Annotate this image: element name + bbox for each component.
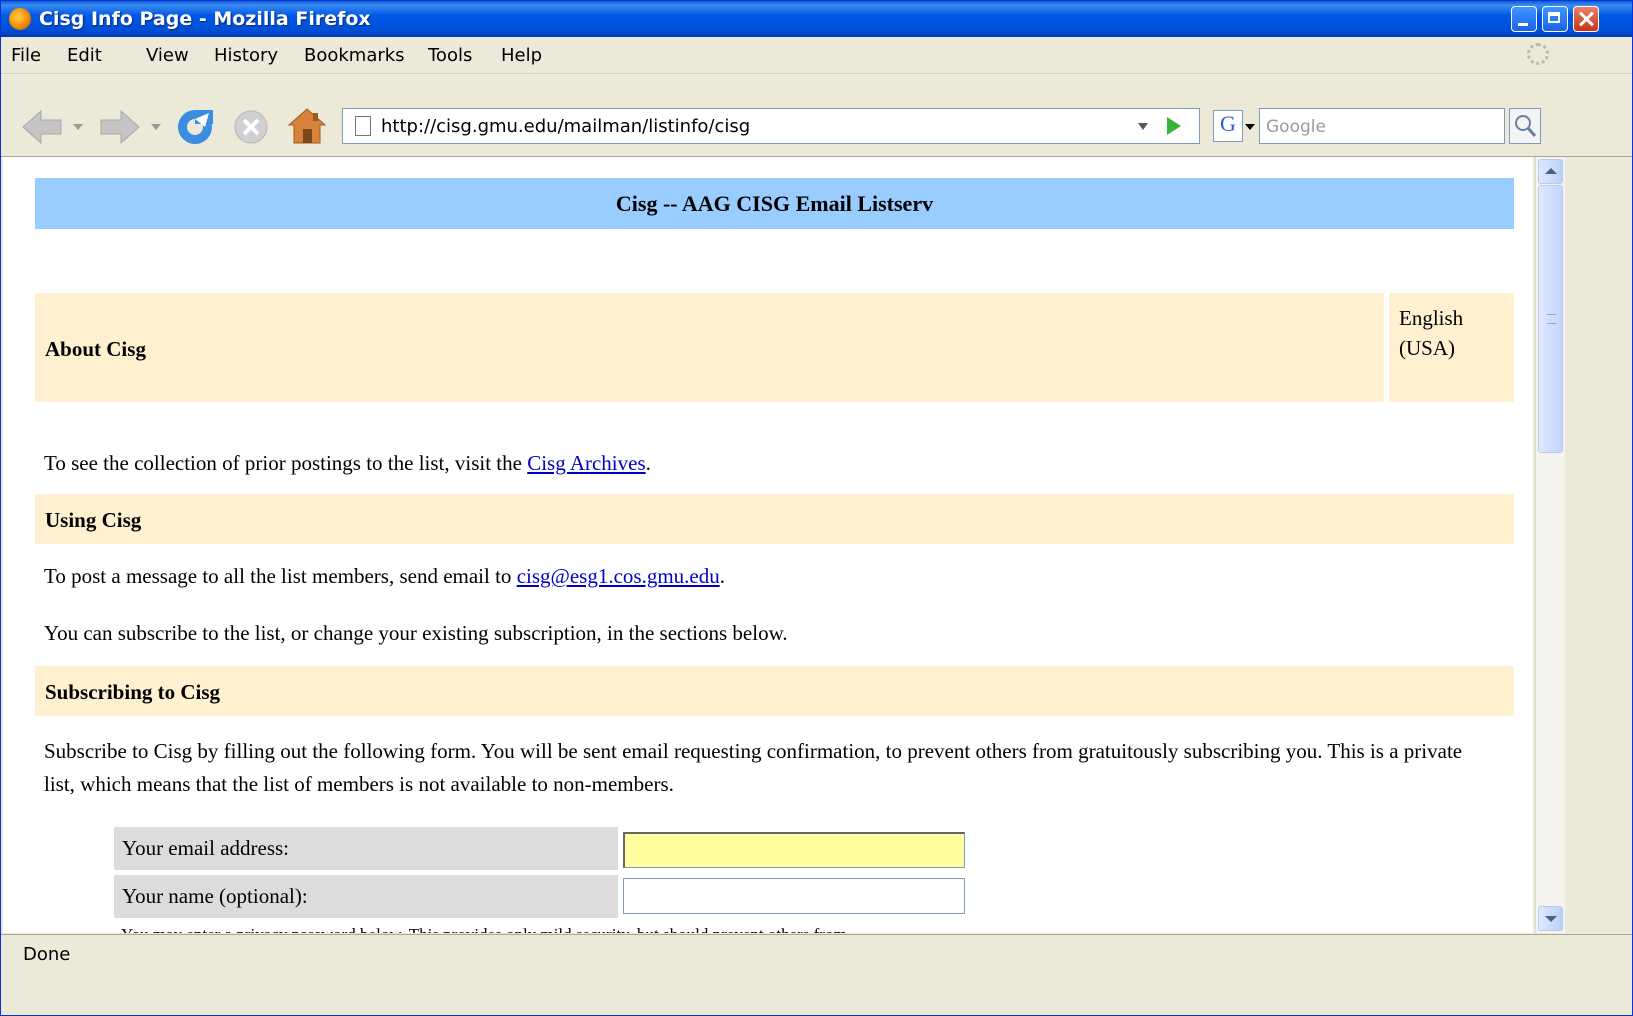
subscribing-heading: Subscribing to Cisg	[45, 680, 221, 704]
search-input[interactable]: Google	[1259, 108, 1505, 144]
menu-file[interactable]: File	[11, 45, 41, 66]
stop-icon[interactable]	[231, 107, 271, 147]
email-label-cell: Your email address:	[114, 827, 618, 870]
url-bar[interactable]: http://cisg.gmu.edu/mailman/listinfo/cis…	[342, 108, 1200, 144]
name-label: Your name (optional):	[122, 884, 308, 908]
menu-view[interactable]: View	[146, 45, 189, 66]
forward-arrow-icon[interactable]	[97, 107, 143, 147]
using-heading: Using Cisg	[45, 508, 142, 532]
archives-suffix: .	[645, 451, 651, 475]
url-text: http://cisg.gmu.edu/mailman/listinfo/cis…	[381, 116, 751, 137]
title-bar[interactable]: Cisg Info Page - Mozilla Firefox	[1, 1, 1632, 37]
window-title: Cisg Info Page - Mozilla Firefox	[39, 8, 371, 30]
scroll-grip-icon	[1547, 314, 1556, 324]
reload-icon[interactable]	[175, 107, 215, 147]
magnifier-icon	[1515, 115, 1537, 137]
password-note: You may enter a privacy password below. …	[121, 925, 847, 933]
name-label-cell: Your name (optional):	[114, 875, 618, 918]
language-selector[interactable]: English (USA)	[1389, 293, 1514, 402]
about-section-header: About Cisg	[35, 293, 1384, 402]
maximize-button[interactable]	[1542, 6, 1568, 32]
using-section-header: Using Cisg	[35, 494, 1514, 544]
archives-text: To see the collection of prior postings …	[44, 451, 522, 475]
google-g-icon: G	[1220, 111, 1236, 136]
search-button[interactable]	[1509, 108, 1541, 144]
back-history-dropdown-icon[interactable]	[71, 119, 85, 133]
archives-link[interactable]: Cisg Archives	[527, 451, 645, 475]
close-button[interactable]	[1573, 6, 1599, 32]
activity-throbber-icon	[1527, 43, 1549, 65]
menu-help[interactable]: Help	[501, 45, 542, 66]
post-text: To post a message to all the list member…	[44, 564, 512, 588]
scroll-up-button[interactable]	[1538, 159, 1563, 184]
subscribe-intro: You can subscribe to the list, or change…	[44, 621, 788, 645]
minimize-button[interactable]	[1511, 6, 1537, 32]
list-email-link[interactable]: cisg@esg1.cos.gmu.edu	[517, 564, 720, 588]
scroll-thumb[interactable]	[1538, 185, 1563, 453]
status-bar: Done	[1, 934, 1632, 975]
email-field[interactable]	[623, 832, 965, 868]
status-text: Done	[23, 944, 71, 965]
home-icon[interactable]	[285, 105, 329, 147]
menu-tools[interactable]: Tools	[428, 45, 472, 66]
vertical-scrollbar[interactable]	[1535, 157, 1565, 933]
search-placeholder: Google	[1266, 117, 1326, 137]
menu-bookmarks[interactable]: Bookmarks	[304, 45, 405, 66]
email-label: Your email address:	[122, 836, 290, 860]
scroll-down-button[interactable]	[1538, 906, 1563, 931]
menu-history[interactable]: History	[214, 45, 278, 66]
about-heading: About Cisg	[45, 337, 146, 361]
browser-window: Cisg Info Page - Mozilla Firefox File Ed…	[0, 0, 1633, 1016]
language-label: English (USA)	[1399, 306, 1464, 360]
menu-edit[interactable]: Edit	[67, 45, 102, 66]
forward-history-dropdown-icon[interactable]	[149, 119, 163, 133]
name-field[interactable]	[623, 878, 965, 914]
subscribe-description: Subscribe to Cisg by filling out the fol…	[44, 739, 1463, 796]
post-suffix: .	[719, 564, 725, 588]
page-content: Cisg -- AAG CISG Email Listserv About Ci…	[3, 157, 1533, 933]
go-arrow-icon[interactable]	[1167, 117, 1181, 135]
post-paragraph: To post a message to all the list member…	[44, 564, 725, 589]
page-icon	[355, 116, 371, 136]
list-title-banner: Cisg -- AAG CISG Email Listserv	[35, 178, 1514, 229]
back-arrow-icon[interactable]	[19, 107, 65, 147]
url-history-dropdown-icon[interactable]	[1128, 108, 1160, 144]
menu-bar: File Edit View History Bookmarks Tools H…	[1, 37, 1632, 74]
firefox-logo-icon	[9, 8, 31, 30]
search-engine-dropdown-icon[interactable]	[1244, 121, 1256, 133]
search-engine-selector[interactable]: G	[1213, 110, 1243, 142]
archives-paragraph: To see the collection of prior postings …	[44, 451, 651, 476]
subscribing-section-header: Subscribing to Cisg	[35, 666, 1514, 716]
